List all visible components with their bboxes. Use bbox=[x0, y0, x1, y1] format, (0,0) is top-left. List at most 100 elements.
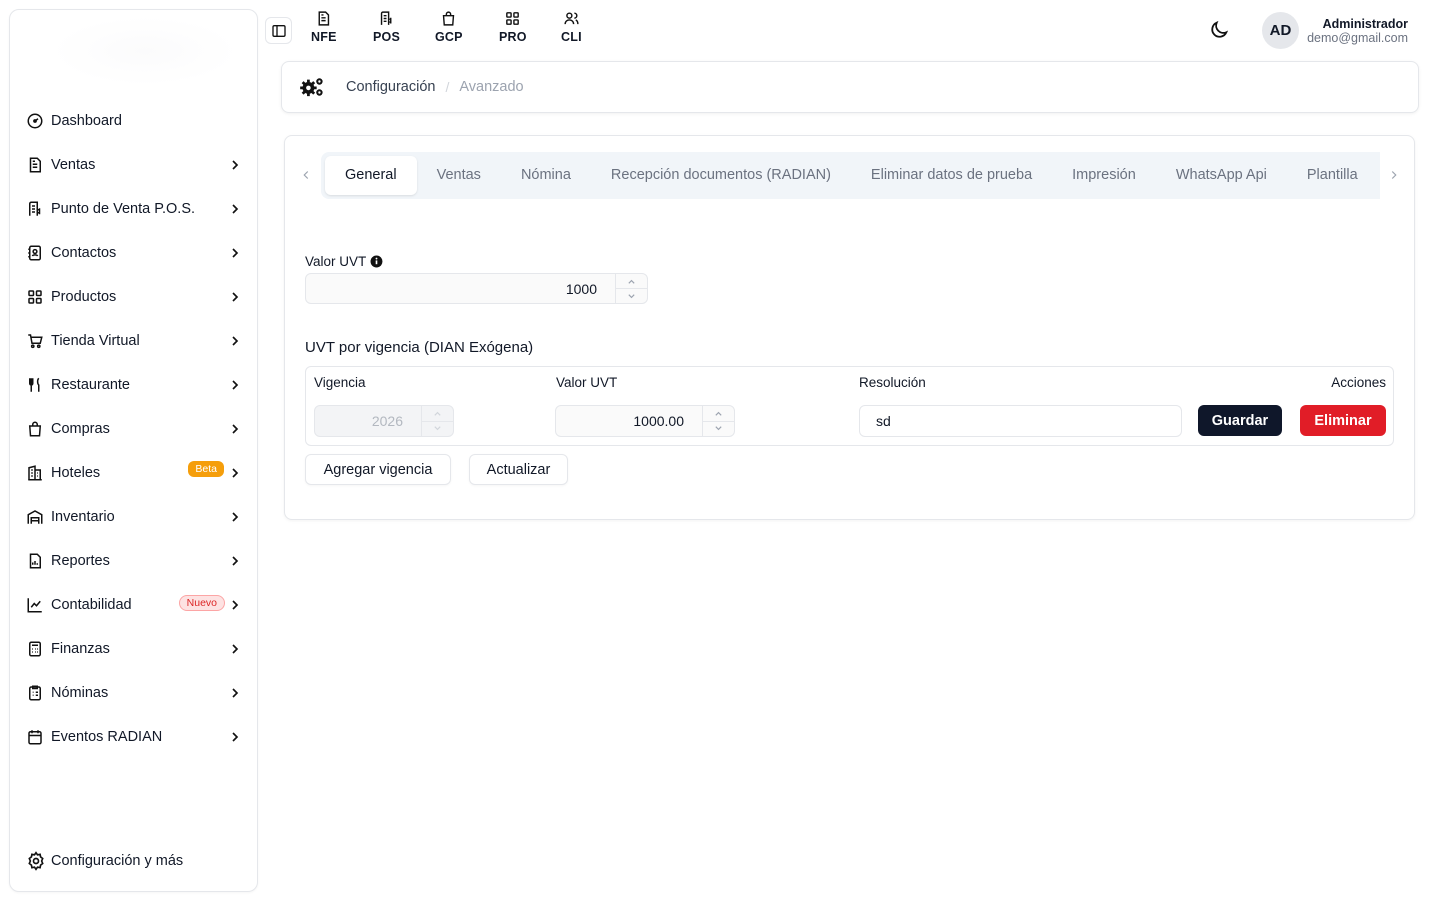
avatar[interactable]: AD bbox=[1262, 12, 1299, 49]
quick-link-cli[interactable]: CLI bbox=[561, 10, 582, 44]
quick-link-nfe[interactable]: NFE bbox=[311, 10, 337, 44]
sidebar: Dashboard Ventas Punto de Venta P.O.S. C… bbox=[9, 9, 258, 892]
tab-whatsapp[interactable]: WhatsApp Api bbox=[1156, 156, 1287, 195]
vigencia-valor-value: 1000.00 bbox=[633, 413, 684, 429]
chevron-right-icon bbox=[232, 336, 239, 346]
sidebar-item-label: Finanzas bbox=[51, 641, 110, 657]
chevron-right-icon bbox=[232, 380, 239, 390]
sidebar-item-dashboard[interactable]: Dashboard bbox=[10, 99, 257, 143]
vigencias-title: UVT por vigencia (DIAN Exógena) bbox=[305, 339, 534, 356]
stepper-down[interactable] bbox=[703, 422, 734, 437]
quick-link-pos[interactable]: POS bbox=[373, 10, 400, 44]
stepper-down[interactable] bbox=[422, 422, 453, 437]
register-icon bbox=[380, 11, 392, 25]
settings-menu-button[interactable]: Configuración y más bbox=[26, 851, 183, 871]
vigencia-valor-input[interactable]: 1000.00 bbox=[555, 405, 735, 437]
uvt-input[interactable]: 1000 bbox=[305, 273, 648, 304]
beta-badge: Beta bbox=[188, 461, 224, 477]
chevron-right-icon bbox=[232, 424, 239, 434]
uvt-label-text: Valor UVT bbox=[305, 254, 367, 269]
chevron-left-icon[interactable] bbox=[299, 168, 313, 182]
quick-link-label: GCP bbox=[435, 30, 463, 44]
tab-impresion[interactable]: Impresión bbox=[1052, 156, 1156, 195]
sidebar-item-contactos[interactable]: Contactos bbox=[10, 231, 257, 275]
calculator-icon bbox=[26, 640, 44, 658]
chevron-right-icon bbox=[232, 644, 239, 654]
sidebar-item-ventas[interactable]: Ventas bbox=[10, 143, 257, 187]
tab-ventas[interactable]: Ventas bbox=[417, 156, 501, 195]
sidebar-item-eventos-radian[interactable]: Eventos RADIAN bbox=[10, 715, 257, 759]
quick-link-pro[interactable]: PRO bbox=[499, 10, 527, 44]
sidebar-item-inventario[interactable]: Inventario bbox=[10, 495, 257, 539]
resolucion-input[interactable]: sd bbox=[859, 405, 1182, 437]
chevron-right-icon bbox=[232, 292, 239, 302]
sidebar-item-label: Productos bbox=[51, 289, 117, 305]
info-icon[interactable] bbox=[370, 255, 383, 268]
stepper-down[interactable] bbox=[616, 289, 647, 303]
sidebar-item-label: Eventos RADIAN bbox=[51, 729, 163, 745]
breadcrumb: Configuración / Avanzado bbox=[281, 61, 1419, 113]
tab-radian[interactable]: Recepción documentos (RADIAN) bbox=[591, 156, 851, 195]
chart-icon bbox=[26, 596, 44, 614]
contact-book-icon bbox=[26, 244, 44, 262]
vigencias-table: Vigencia Valor UVT Resolución Acciones 2… bbox=[305, 366, 1394, 446]
chevron-right-icon bbox=[232, 556, 239, 566]
uvt-label: Valor UVT bbox=[305, 254, 383, 269]
sidebar-item-contabilidad[interactable]: Contabilidad Nuevo bbox=[10, 583, 257, 627]
gear-icon bbox=[28, 851, 44, 871]
vigencia-year-input[interactable]: 2026 bbox=[314, 405, 454, 437]
sidebar-item-label: Inventario bbox=[51, 509, 115, 525]
sidebar-item-productos[interactable]: Productos bbox=[10, 275, 257, 319]
sidebar-item-tienda-virtual[interactable]: Tienda Virtual bbox=[10, 319, 257, 363]
sidebar-item-label: Reportes bbox=[51, 553, 110, 569]
sidebar-item-reportes[interactable]: Reportes bbox=[10, 539, 257, 583]
nuevo-badge: Nuevo bbox=[178, 595, 225, 611]
sidebar-item-hoteles[interactable]: Hoteles Beta bbox=[10, 451, 257, 495]
logo bbox=[50, 16, 240, 86]
sidebar-item-compras[interactable]: Compras bbox=[10, 407, 257, 451]
chevron-right-icon bbox=[232, 204, 239, 214]
sidebar-item-nominas[interactable]: Nóminas bbox=[10, 671, 257, 715]
chevron-right-icon bbox=[232, 468, 239, 478]
sidebar-item-restaurante[interactable]: Restaurante bbox=[10, 363, 257, 407]
document-icon bbox=[26, 156, 44, 174]
delete-button[interactable]: Eliminar bbox=[1300, 405, 1386, 436]
gauge-icon bbox=[26, 112, 44, 130]
panel-left-icon bbox=[271, 24, 286, 37]
breadcrumb-parent[interactable]: Configuración bbox=[346, 79, 435, 95]
vigencia-valor-stepper bbox=[702, 406, 734, 436]
uvt-value: 1000 bbox=[565, 280, 597, 297]
add-vigencia-button[interactable]: Agregar vigencia bbox=[305, 454, 451, 485]
stepper-up[interactable] bbox=[703, 406, 734, 422]
save-button[interactable]: Guardar bbox=[1198, 405, 1282, 436]
tab-bar: General Ventas Nómina Recepción document… bbox=[321, 152, 1380, 199]
chevron-right-icon bbox=[232, 732, 239, 742]
gears-icon bbox=[300, 78, 323, 97]
moon-icon[interactable] bbox=[1208, 19, 1230, 41]
sidebar-item-pos[interactable]: Punto de Venta P.O.S. bbox=[10, 187, 257, 231]
sidebar-toggle-button[interactable] bbox=[265, 17, 292, 44]
sidebar-item-label: Nóminas bbox=[51, 685, 109, 701]
sidebar-item-label: Restaurante bbox=[51, 377, 130, 393]
column-header-resolucion: Resolución bbox=[859, 375, 926, 390]
chevron-right-icon bbox=[232, 160, 239, 170]
update-button[interactable]: Actualizar bbox=[469, 454, 568, 485]
chevron-down-icon bbox=[434, 426, 441, 431]
sidebar-item-label: Compras bbox=[51, 421, 110, 437]
stepper-up[interactable] bbox=[616, 274, 647, 289]
sidebar-item-finanzas[interactable]: Finanzas bbox=[10, 627, 257, 671]
grid-icon bbox=[26, 288, 44, 306]
user-email: demo@gmail.com bbox=[1307, 31, 1408, 45]
tab-eliminar-datos[interactable]: Eliminar datos de prueba bbox=[851, 156, 1052, 195]
chevron-down-icon bbox=[628, 293, 635, 298]
quick-link-gcp[interactable]: GCP bbox=[435, 10, 463, 44]
tab-plantilla[interactable]: Plantilla bbox=[1287, 156, 1378, 195]
tab-general[interactable]: General bbox=[325, 156, 417, 195]
chevron-right-icon[interactable] bbox=[1387, 168, 1401, 182]
report-icon bbox=[26, 552, 44, 570]
tab-nomina[interactable]: Nómina bbox=[501, 156, 591, 195]
sidebar-nav: Dashboard Ventas Punto de Venta P.O.S. C… bbox=[10, 99, 257, 759]
sidebar-item-label: Ventas bbox=[51, 157, 96, 173]
stepper-up[interactable] bbox=[422, 406, 453, 422]
clipboard-icon bbox=[26, 684, 44, 702]
